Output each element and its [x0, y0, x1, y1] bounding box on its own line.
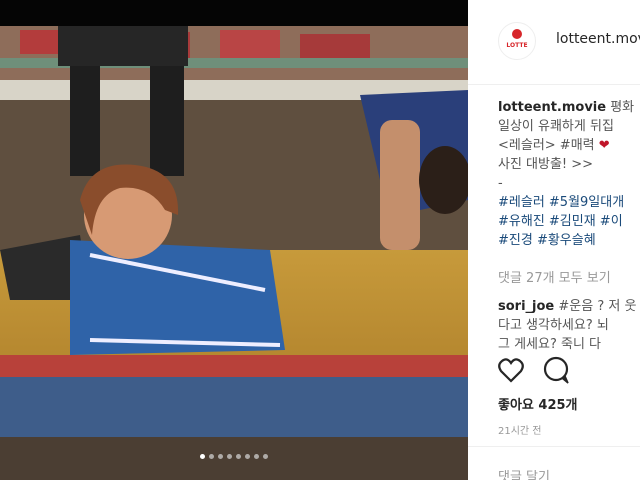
- carousel-dot[interactable]: [227, 454, 232, 459]
- comment-bubble-icon[interactable]: [543, 356, 569, 384]
- carousel-dot[interactable]: [200, 454, 205, 459]
- carousel-dots[interactable]: [0, 454, 468, 459]
- carousel-dot[interactable]: [218, 454, 223, 459]
- comment-text: 그 게세요? 죽니 다: [498, 337, 602, 352]
- add-comment-input[interactable]: 댓글 달기: [498, 466, 550, 480]
- divider: [468, 446, 640, 447]
- carousel-dot[interactable]: [254, 454, 259, 459]
- action-icons: [498, 356, 569, 384]
- header-username[interactable]: lotteent.movie: [556, 31, 640, 47]
- likes-count[interactable]: 좋아요 425개: [498, 394, 578, 413]
- view-all-comments-link[interactable]: 댓글 27개 모두 보기: [498, 267, 611, 286]
- carousel-dot[interactable]: [236, 454, 241, 459]
- action-bar: [498, 356, 588, 390]
- comment-username[interactable]: sori_joe: [498, 299, 554, 314]
- comment-text: 다고 생각하세요? 뇌: [498, 318, 609, 333]
- lotte-logo-icon: [512, 29, 522, 39]
- carousel-dot[interactable]: [209, 454, 214, 459]
- post-timestamp: 21시간 전: [498, 426, 542, 437]
- profile-avatar[interactable]: LOTTE: [498, 22, 536, 60]
- caption-username[interactable]: lotteent.movie: [498, 100, 606, 115]
- comment-text: #운음 ? 저 웃: [554, 299, 637, 314]
- hashtag-line[interactable]: #진경 #황우슬혜: [498, 231, 640, 250]
- caption-line: 일상이 유쾌하게 뒤집: [498, 119, 614, 134]
- comment: sori_joe #운음 ? 저 웃 다고 생각하세요? 뇌 그 게세요? 죽니…: [498, 297, 636, 354]
- caption-line: -: [498, 176, 503, 191]
- carousel-dot[interactable]: [245, 454, 250, 459]
- hashtag-line[interactable]: #레슬러 #5월9일대개: [498, 193, 640, 212]
- caption: lotteent.movie 평화 일상이 유쾌하게 뒤집 <레슬러> #매력 …: [498, 98, 640, 250]
- heart-outline-icon[interactable]: [498, 358, 524, 383]
- post-header: LOTTE lotteent.movie: [468, 0, 640, 85]
- photo-illustration: [0, 0, 468, 480]
- post-photo[interactable]: [0, 0, 468, 480]
- caption-line: 평화: [606, 100, 635, 115]
- logo-text: LOTTE: [506, 42, 528, 49]
- post-side-panel: LOTTE lotteent.movie lotteent.movie 평화 일…: [468, 0, 640, 480]
- carousel-dot[interactable]: [263, 454, 268, 459]
- red-heart-icon: ❤: [598, 138, 610, 153]
- caption-line: <레슬러> #매력 ❤: [498, 138, 610, 153]
- caption-line: 사진 대방출! >>: [498, 157, 594, 172]
- top-black-bar: [0, 0, 468, 26]
- hashtag-line[interactable]: #유해진 #김민재 #이: [498, 212, 640, 231]
